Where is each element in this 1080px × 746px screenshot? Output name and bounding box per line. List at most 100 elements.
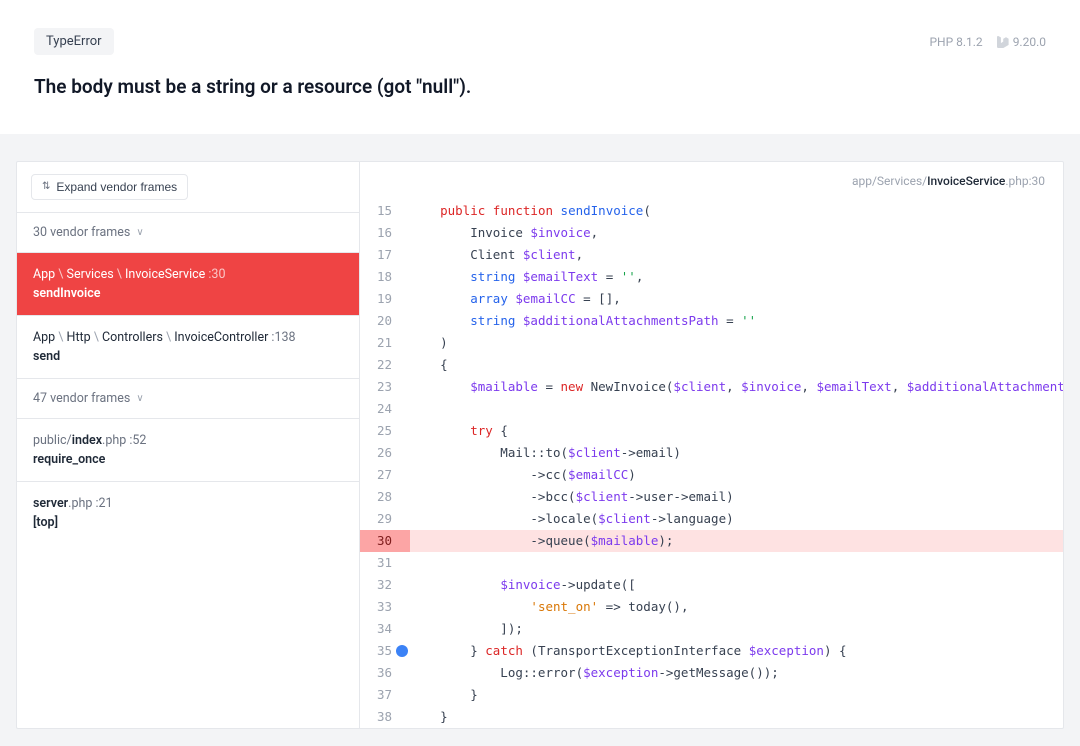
code-line: 21 ): [360, 332, 1063, 354]
vendor-frames-toggle[interactable]: 47 vendor frames ∨: [17, 378, 359, 418]
code-line: 32 $invoice->update([: [360, 574, 1063, 596]
expand-vendor-label: Expand vendor frames: [56, 180, 177, 194]
line-text: ->cc($emailCC): [410, 464, 1063, 486]
error-header: TypeError PHP 8.1.2 9.20.0 The body must…: [0, 0, 1080, 141]
expand-vendor-button[interactable]: ⇅ Expand vendor frames: [31, 174, 188, 200]
stack-frame[interactable]: server.php :21 [top]: [17, 481, 359, 544]
line-number: 15: [360, 200, 410, 222]
code-line: 26 Mail::to($client->email): [360, 442, 1063, 464]
line-text: [410, 398, 1063, 420]
code-line: 34 ]);: [360, 618, 1063, 640]
stack-frame[interactable]: App \ Services \ InvoiceService :30sendI…: [17, 252, 359, 315]
frame-method: [top]: [33, 515, 343, 530]
code-file-dir: app/Services/: [852, 174, 927, 188]
frame-method: send: [33, 349, 343, 364]
code-file-line: 30: [1032, 174, 1046, 188]
main-area: ⇅ Expand vendor frames 30 vendor frames ∨…: [0, 141, 1080, 729]
chevron-down-icon: ∨: [136, 227, 143, 238]
line-number: 33: [360, 596, 410, 618]
line-number: 19: [360, 288, 410, 310]
line-text: try {: [410, 420, 1063, 442]
line-number: 25: [360, 420, 410, 442]
line-number: 24: [360, 398, 410, 420]
code-line: 33 'sent_on' => today(),: [360, 596, 1063, 618]
code-line: 24: [360, 398, 1063, 420]
line-text: 'sent_on' => today(),: [410, 596, 1063, 618]
line-text: string $additionalAttachmentsPath = '': [410, 310, 1063, 332]
line-text: string $emailText = '',: [410, 266, 1063, 288]
line-text: [410, 552, 1063, 574]
stack-frame[interactable]: public/index.php :52 require_once: [17, 418, 359, 481]
line-text: public function sendInvoice(: [410, 200, 1063, 222]
line-text: array $emailCC = [],: [410, 288, 1063, 310]
line-text: } catch (TransportExceptionInterface $ex…: [410, 640, 1063, 662]
code-line: 20 string $additionalAttachmentsPath = '…: [360, 310, 1063, 332]
line-number: 30: [360, 530, 410, 552]
stack-sidebar: ⇅ Expand vendor frames 30 vendor frames ∨…: [16, 161, 360, 729]
code-lines: 15 public function sendInvoice(16 Invoic…: [360, 200, 1063, 728]
line-number: 21: [360, 332, 410, 354]
code-line: 15 public function sendInvoice(: [360, 200, 1063, 222]
line-number: 22: [360, 354, 410, 376]
code-file-path: app/Services/InvoiceService.php:30: [360, 162, 1063, 200]
line-number: 38: [360, 706, 410, 728]
code-line: 19 array $emailCC = [],: [360, 288, 1063, 310]
expand-collapse-icon: ⇅: [42, 182, 50, 192]
line-number: 27: [360, 464, 410, 486]
line-number: 31: [360, 552, 410, 574]
line-number: 26: [360, 442, 410, 464]
line-text: Log::error($exception->getMessage());: [410, 662, 1063, 684]
code-line: 37 }: [360, 684, 1063, 706]
line-number: 36: [360, 662, 410, 684]
code-line: 27 ->cc($emailCC): [360, 464, 1063, 486]
code-line: 23 $mailable = new NewInvoice($client, $…: [360, 376, 1063, 398]
code-panel: app/Services/InvoiceService.php:30 15 pu…: [360, 161, 1064, 729]
code-line: 29 ->locale($client->language): [360, 508, 1063, 530]
line-text: ->bcc($client->user->email): [410, 486, 1063, 508]
exception-type-badge: TypeError: [34, 28, 114, 55]
line-number: 35: [360, 640, 410, 662]
vendor-frames-label: 47 vendor frames: [33, 391, 130, 406]
code-file-ext: .php: [1005, 174, 1028, 188]
frames-list: 30 vendor frames ∨ App \ Services \ Invoic…: [17, 212, 359, 544]
line-text: {: [410, 354, 1063, 376]
line-text: }: [410, 684, 1063, 706]
code-file-name: InvoiceService: [927, 174, 1005, 188]
code-line: 25 try {: [360, 420, 1063, 442]
code-line: 30 ->queue($mailable);: [360, 530, 1063, 552]
line-number: 32: [360, 574, 410, 596]
stack-frame[interactable]: App \ Http \ Controllers \ InvoiceContro…: [17, 315, 359, 378]
header-top-row: TypeError PHP 8.1.2 9.20.0: [34, 28, 1046, 55]
line-text: ->queue($mailable);: [410, 530, 1063, 552]
frame-location: server.php :21: [33, 496, 343, 511]
line-text: ]);: [410, 618, 1063, 640]
code-line: 16 Invoice $invoice,: [360, 222, 1063, 244]
line-text: $invoice->update([: [410, 574, 1063, 596]
php-version: PHP 8.1.2: [929, 35, 982, 49]
code-line: 38 }: [360, 706, 1063, 728]
frame-location: App \ Http \ Controllers \ InvoiceContro…: [33, 330, 343, 345]
code-line: 31: [360, 552, 1063, 574]
line-text: Mail::to($client->email): [410, 442, 1063, 464]
line-text: ->locale($client->language): [410, 508, 1063, 530]
frame-location: public/index.php :52: [33, 433, 343, 448]
code-line: 18 string $emailText = '',: [360, 266, 1063, 288]
frame-method: require_once: [33, 452, 343, 467]
line-number: 16: [360, 222, 410, 244]
line-text: Client $client,: [410, 244, 1063, 266]
line-text: $mailable = new NewInvoice($client, $inv…: [410, 376, 1063, 398]
code-line: 35 } catch (TransportExceptionInterface …: [360, 640, 1063, 662]
code-line: 22 {: [360, 354, 1063, 376]
error-message: The body must be a string or a resource …: [34, 75, 1046, 98]
code-line: 28 ->bcc($client->user->email): [360, 486, 1063, 508]
frame-method: sendInvoice: [33, 286, 343, 301]
runtime-versions: PHP 8.1.2 9.20.0: [929, 35, 1046, 49]
line-number: 18: [360, 266, 410, 288]
vendor-frames-label: 30 vendor frames: [33, 225, 130, 240]
laravel-icon: [997, 36, 1009, 48]
chevron-down-icon: ∨: [136, 393, 143, 404]
laravel-version-text: 9.20.0: [1013, 35, 1046, 49]
line-number: 34: [360, 618, 410, 640]
vendor-frames-toggle[interactable]: 30 vendor frames ∨: [17, 212, 359, 252]
line-number: 28: [360, 486, 410, 508]
